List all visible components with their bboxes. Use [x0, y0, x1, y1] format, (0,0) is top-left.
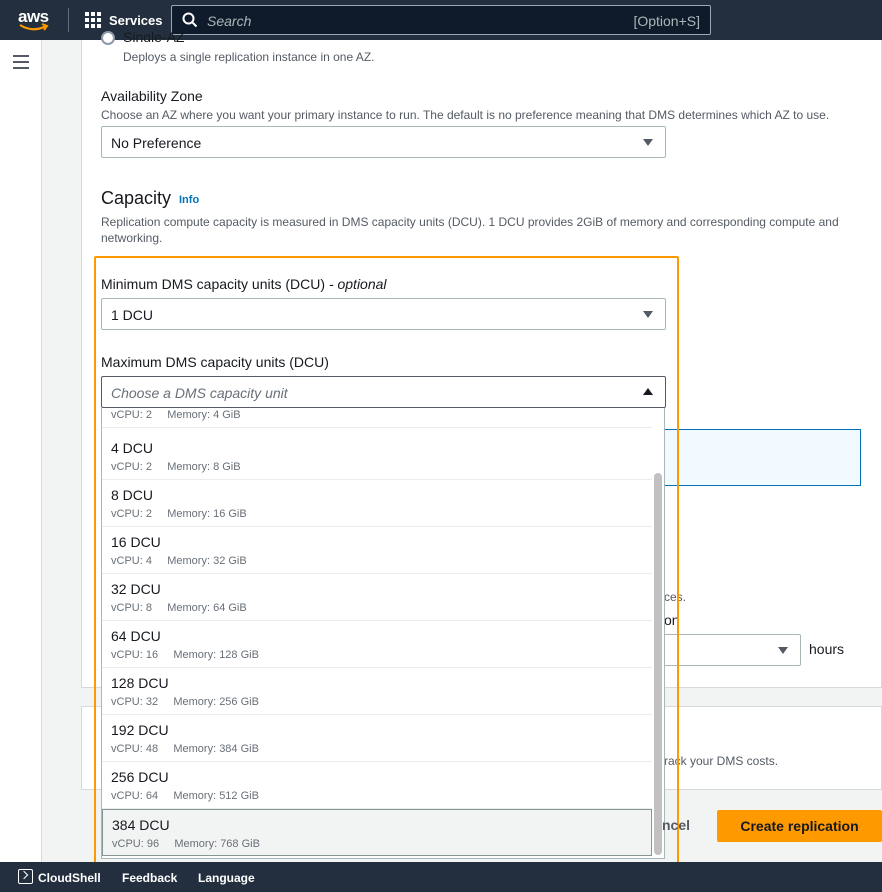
availability-zone-label: Availability Zone — [101, 88, 203, 104]
capacity-description: Replication compute capacity is measured… — [101, 215, 839, 245]
info-alert — [656, 429, 861, 486]
services-label: Services — [109, 12, 163, 28]
cancel-button[interactable]: ncel — [662, 817, 690, 833]
search-icon — [182, 12, 198, 28]
single-az-label: Single-AZ — [123, 32, 185, 42]
console-footer: CloudShell Feedback Language — [0, 862, 882, 892]
create-replication-button[interactable]: Create replication — [717, 810, 882, 842]
costs-text-fragment: rack your DMS costs. — [664, 754, 779, 768]
menu-icon[interactable] — [13, 55, 29, 73]
search-input[interactable]: Search [Option+S] — [171, 5, 711, 35]
availability-zone-select[interactable]: No Preference — [101, 126, 666, 158]
search-placeholder: Search — [207, 13, 252, 29]
single-az-radio[interactable] — [101, 31, 115, 45]
hours-unit-label: hours — [809, 641, 845, 657]
cloudshell-icon — [18, 869, 33, 884]
caret-down-icon — [643, 139, 653, 146]
aws-smile-icon — [19, 23, 49, 31]
highlight-annotation-box — [94, 256, 679, 870]
capacity-heading: Capacity — [101, 188, 172, 208]
availability-zone-description: Choose an AZ where you want your primary… — [101, 108, 830, 122]
services-grid-icon — [85, 12, 101, 28]
single-az-description: Deploys a single replication instance in… — [123, 50, 375, 64]
language-link[interactable]: Language — [198, 871, 255, 885]
caret-down-icon — [778, 647, 788, 654]
side-navigation-rail — [0, 40, 42, 862]
services-menu-button[interactable]: Services — [85, 10, 163, 30]
availability-zone-value: No Preference — [111, 135, 202, 151]
capacity-info-link[interactable]: Info — [179, 194, 199, 206]
cloudshell-link[interactable]: CloudShell — [38, 871, 101, 885]
search-shortcut: [Option+S] — [633, 13, 700, 29]
aws-logo[interactable]: aws — [18, 7, 52, 33]
feedback-link[interactable]: Feedback — [122, 871, 177, 885]
nav-divider — [68, 8, 69, 32]
